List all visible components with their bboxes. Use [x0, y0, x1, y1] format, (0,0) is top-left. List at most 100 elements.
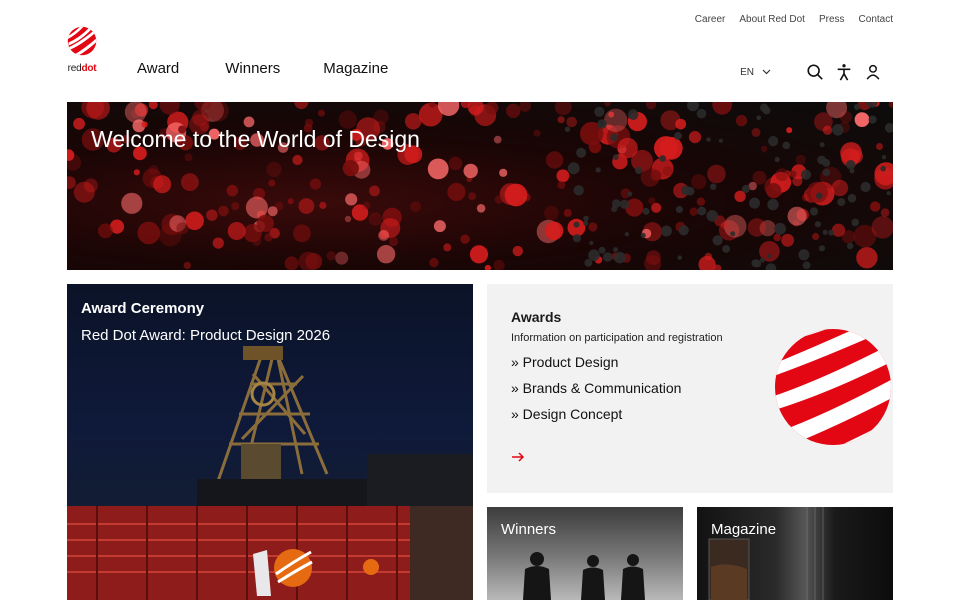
user-icon[interactable]	[864, 63, 882, 81]
bokeh-dot	[814, 221, 822, 228]
bokeh-dot	[854, 112, 870, 127]
product-design-link[interactable]: » Product Design	[511, 354, 681, 370]
bokeh-dot	[722, 245, 730, 253]
nav-magazine[interactable]: Magazine	[323, 60, 388, 77]
bokeh-dot	[696, 197, 706, 206]
ceremony-kicker: Award Ceremony	[81, 300, 205, 317]
bokeh-dot	[533, 129, 541, 137]
magazine-tile-label: Magazine	[711, 521, 777, 538]
bokeh-dot	[677, 255, 682, 260]
bokeh-dot	[226, 184, 239, 197]
bokeh-dot	[761, 145, 768, 153]
bokeh-dot	[206, 209, 218, 221]
bokeh-dot	[886, 191, 891, 196]
bokeh-dot	[83, 178, 98, 193]
bokeh-dot	[463, 163, 478, 179]
bokeh-dot	[815, 192, 823, 200]
bokeh-dot	[137, 221, 161, 245]
nav-award[interactable]: Award	[137, 60, 179, 77]
bokeh-dot	[572, 234, 581, 243]
bokeh-dot	[153, 175, 172, 194]
contact-link[interactable]: Contact	[859, 14, 893, 25]
bokeh-dot	[691, 174, 707, 190]
bokeh-dot	[619, 199, 630, 209]
accessibility-icon[interactable]	[835, 63, 853, 81]
press-link[interactable]: Press	[819, 14, 845, 25]
bokeh-dot	[760, 257, 765, 263]
bokeh-dot	[659, 155, 667, 162]
bokeh-dot	[721, 222, 728, 229]
bokeh-dot	[635, 166, 643, 175]
bokeh-dot	[506, 103, 521, 118]
bokeh-dot	[267, 206, 278, 217]
bokeh-dot	[433, 220, 446, 233]
nav-winners[interactable]: Winners	[225, 60, 280, 77]
winners-tile[interactable]: Winners	[487, 507, 683, 600]
bokeh-dot	[293, 224, 311, 243]
bokeh-dot	[706, 137, 711, 142]
bokeh-dot	[227, 222, 246, 240]
brands-communication-link[interactable]: » Brands & Communication	[511, 380, 681, 396]
bokeh-dot	[121, 192, 143, 214]
bokeh-dot	[662, 166, 673, 177]
bokeh-dot	[818, 245, 826, 252]
bokeh-dot	[627, 109, 639, 120]
bokeh-dot	[660, 110, 681, 131]
bokeh-dot	[798, 249, 810, 261]
bokeh-dot	[884, 123, 893, 133]
design-concept-link[interactable]: » Design Concept	[511, 406, 681, 422]
bokeh-dot	[427, 158, 449, 180]
bokeh-dot	[689, 207, 698, 216]
magazine-tile[interactable]: Magazine	[697, 507, 893, 600]
bokeh-dot	[880, 165, 886, 172]
search-icon[interactable]	[806, 63, 824, 81]
about-red-dot-link[interactable]: About Red Dot	[739, 14, 805, 25]
bokeh-dot	[504, 183, 528, 207]
bokeh-dot	[493, 259, 505, 270]
bokeh-dot	[749, 197, 760, 209]
bokeh-dot	[766, 183, 782, 199]
bokeh-dot	[309, 178, 321, 190]
bokeh-dot	[800, 169, 812, 180]
career-link[interactable]: Career	[695, 14, 726, 25]
bokeh-dot	[814, 112, 833, 132]
bokeh-dot	[687, 102, 699, 112]
bokeh-dot	[335, 251, 349, 265]
bokeh-dot	[876, 143, 883, 150]
bokeh-dot	[519, 102, 531, 112]
bokeh-dot	[563, 208, 572, 217]
bokeh-dot	[707, 164, 726, 184]
bokeh-dot	[787, 206, 807, 226]
bokeh-dot	[847, 193, 857, 203]
bokeh-dot	[678, 225, 689, 236]
bokeh-dot	[448, 156, 463, 171]
hero-banner: Welcome to the World of Design	[67, 102, 893, 270]
red-dot-logo[interactable]: reddot	[66, 26, 98, 74]
arrow-right-icon[interactable]	[511, 450, 525, 464]
award-ceremony-card[interactable]: Award Ceremony Red Dot Award: Product De…	[67, 284, 473, 600]
bokeh-dot	[806, 181, 829, 203]
bokeh-dot	[812, 232, 820, 241]
bokeh-dot	[751, 259, 760, 268]
bokeh-dot	[566, 116, 577, 128]
bokeh-dot	[212, 237, 224, 249]
bokeh-dot	[567, 162, 580, 175]
bokeh-dot	[184, 153, 193, 162]
bokeh-dot	[573, 221, 580, 228]
language-current: EN	[740, 66, 754, 78]
bokeh-dot	[730, 231, 736, 237]
bokeh-dot	[646, 102, 657, 110]
bokeh-dot	[544, 221, 564, 241]
logo-wordmark: reddot	[66, 63, 98, 74]
bokeh-dot	[318, 109, 325, 117]
bokeh-dot	[484, 264, 491, 270]
bokeh-dot	[326, 251, 336, 261]
main-nav: Award Winners Magazine	[137, 60, 388, 77]
bokeh-dot	[751, 128, 761, 137]
language-selector[interactable]: EN	[740, 67, 771, 78]
bokeh-dot	[822, 168, 831, 177]
bokeh-dot	[680, 185, 691, 196]
bokeh-dot	[610, 133, 619, 142]
bokeh-dot	[640, 232, 646, 238]
bokeh-dot	[847, 242, 854, 250]
